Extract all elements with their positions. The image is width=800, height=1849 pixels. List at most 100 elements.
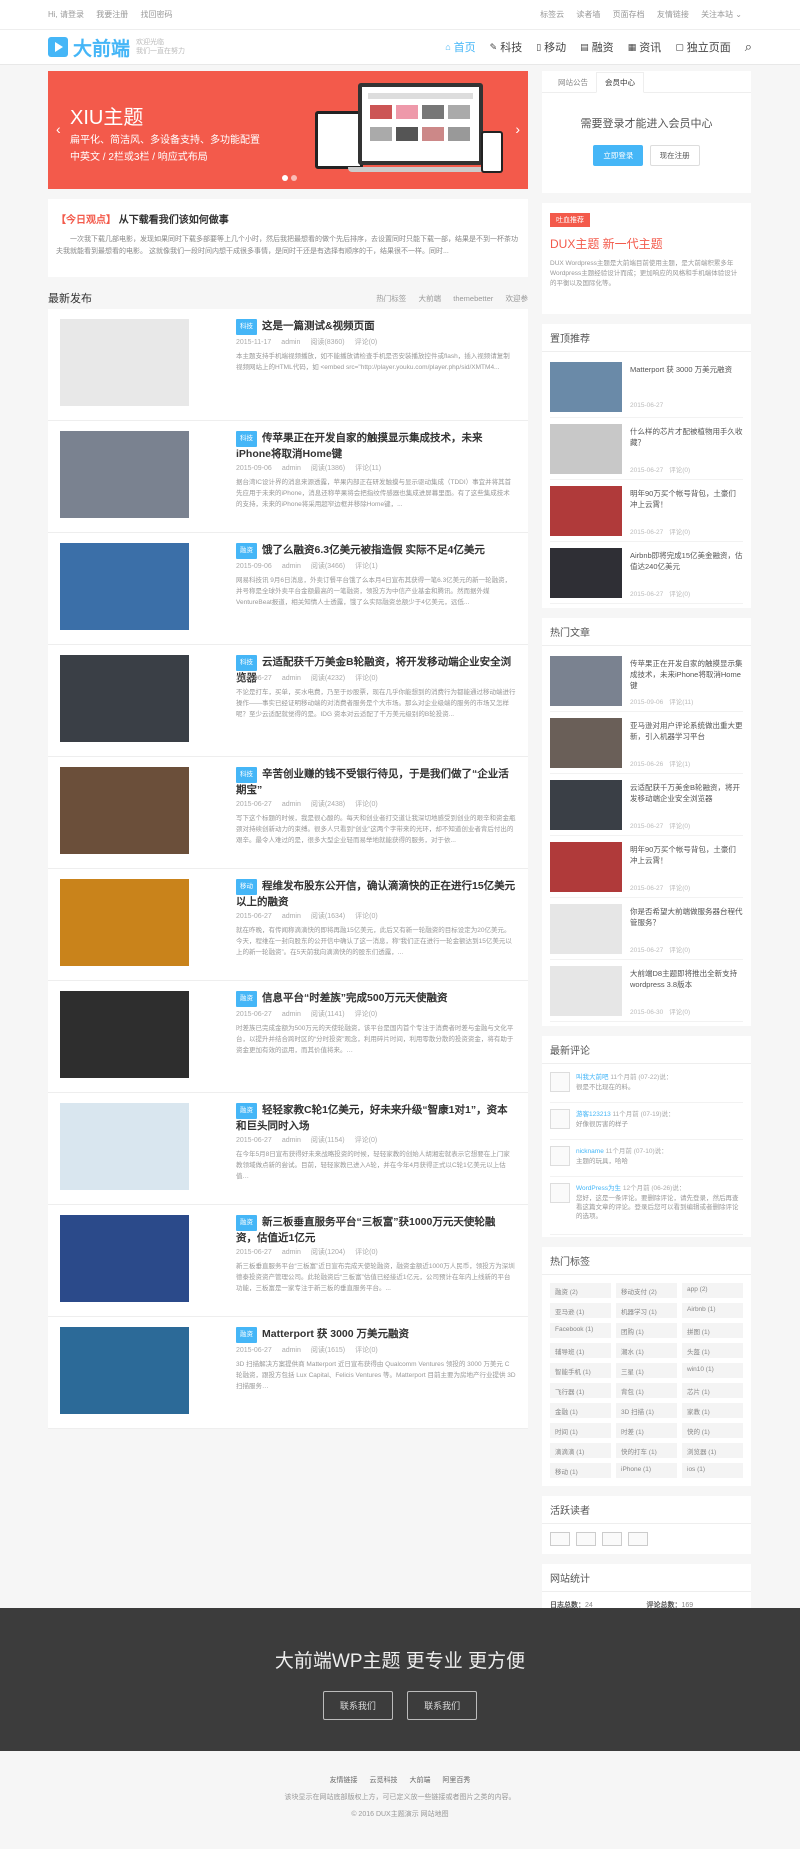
post-comments[interactable]: 评论(0) (355, 1011, 378, 1018)
tag-item[interactable]: 滴滴滴 (1) (550, 1443, 611, 1458)
hot-item[interactable]: 传苹果正在开发自家的触摸显示集成技术，未来iPhone将取消Home键 2015-… (550, 650, 743, 712)
comment-author[interactable]: 叫我大前吧 (576, 1074, 609, 1081)
tag-item[interactable]: 拼图 (1) (682, 1323, 743, 1338)
post-item[interactable]: 移动 程维发布股东公开信，确认滴滴快的正在进行15亿美元以上的融资 2015-06-… (48, 869, 528, 981)
comment-author[interactable]: 游客123213 (576, 1111, 611, 1118)
post-category[interactable]: 融资 (236, 1103, 257, 1119)
post-item[interactable]: 融资 新三板垂直服务平台“三板富”获1000万元天使轮融资，估值近1亿元 2015-… (48, 1205, 528, 1317)
hot-item[interactable]: 大前端D8主题即将推出全新支持wordpress 3.8版本 2015-06-30… (550, 960, 743, 1022)
tag-item[interactable]: iPhone (1) (616, 1463, 677, 1478)
friend-link[interactable]: 阿里百秀 (442, 1777, 470, 1784)
reader-avatar[interactable] (602, 1532, 622, 1546)
comment-author[interactable]: nickname (576, 1148, 604, 1155)
sticky-thumbnail[interactable] (550, 424, 622, 474)
reader-avatar[interactable] (576, 1532, 596, 1546)
find-password-link[interactable]: 找回密码 (140, 10, 172, 19)
tab-notice[interactable]: 网站公告 (550, 73, 596, 92)
tag-item[interactable]: 团购 (1) (616, 1323, 677, 1338)
hot-thumbnail[interactable] (550, 656, 622, 706)
hot-thumbnail[interactable] (550, 904, 622, 954)
friend-links-link[interactable]: 友情链接 (657, 10, 689, 19)
post-comments[interactable]: 评论(0) (355, 675, 378, 682)
post-category[interactable]: 科技 (236, 431, 257, 447)
post-item[interactable]: 融资 饿了么融资6.3亿美元被指造假 实际不足4亿美元 2015-09-06 admi… (48, 533, 528, 645)
tab-member[interactable]: 会员中心 (596, 72, 644, 93)
post-title[interactable]: 科技 辛苦创业赚的钱不受银行待见，于是我们做了“企业活期宝” (236, 767, 516, 797)
tag-item[interactable]: ios (1) (682, 1463, 743, 1478)
post-thumbnail[interactable] (60, 1103, 189, 1190)
tag-item[interactable]: 时间 (1) (550, 1423, 611, 1438)
post-title[interactable]: 融资 轻轻家教C轮1亿美元，好未来升级“智康1对1”，资本和巨头同时入场 (236, 1103, 516, 1133)
hero-slider[interactable]: XIU主题 扁平化、简洁风、多设备支持、多功能配置 中英文 / 2栏或3栏 / … (48, 71, 528, 189)
tag-cloud-link[interactable]: 标签云 (540, 10, 564, 19)
tag-item[interactable]: 快的 (1) (682, 1423, 743, 1438)
logo[interactable]: 大前端 欢迎光临 我们一直在努力 (48, 34, 185, 61)
sticky-item[interactable]: Airbnb即将完成15亿美金融资，估值达240亿美元 2015-06-27 评论(… (550, 542, 743, 604)
hot-item[interactable]: 你是否希望大前端做服务器台程代管服务？ 2015-06-27 评论(0) (550, 898, 743, 960)
tag-item[interactable]: 快的打车 (1) (616, 1443, 677, 1458)
hot-item[interactable]: 亚马逊对用户评论系统做出重大更新，引入机器学习平台 2015-06-26 评论(1) (550, 712, 743, 774)
today-opinion[interactable]: 【今日观点】 从下载看我们该如何做事 一次我下载几部电影，发现如果同时下载多部要… (48, 199, 528, 277)
login-link[interactable]: Hi, 请登录 (48, 10, 84, 19)
post-comments[interactable]: 评论(0) (355, 913, 378, 920)
section-tag[interactable]: 热门标签 (376, 294, 406, 303)
nav-item-0[interactable]: ⌂ 首页 (445, 39, 475, 55)
friend-link[interactable]: 云觅科技 (370, 1777, 398, 1784)
post-category[interactable]: 融资 (236, 543, 257, 559)
register-link[interactable]: 我要注册 (96, 10, 128, 19)
sticky-item-title[interactable]: Matterport 获 3000 万美元融资 (630, 364, 743, 375)
tag-item[interactable]: 移动支付 (2) (616, 1283, 677, 1298)
slider-dots[interactable] (282, 174, 300, 183)
post-item[interactable]: 科技 这是一篇测试&视频页面 2015-11-17 admin 阅读(8360) 评论(0… (48, 309, 528, 421)
hot-item-title[interactable]: 明年90万买个帐号背包，土豪们冲上云霄！ (630, 844, 743, 866)
post-category[interactable]: 移动 (236, 879, 257, 895)
sticky-thumbnail[interactable] (550, 362, 622, 412)
comment-item[interactable]: 叫我大前吧 11个月前 (07-22)说： 很是不比现在的料。 (550, 1066, 743, 1103)
nav-item-4[interactable]: ▦ 资讯 (628, 39, 662, 55)
tag-item[interactable]: win10 (1) (682, 1363, 743, 1378)
tag-item[interactable]: 时差 (1) (616, 1423, 677, 1438)
post-comments[interactable]: 评论(11) (355, 465, 381, 472)
sticky-item-title[interactable]: 什么样的芯片才配被植物用手久收藏？ (630, 426, 743, 448)
post-comments[interactable]: 评论(0) (355, 801, 378, 808)
hot-item-title[interactable]: 亚马逊对用户评论系统做出重大更新，引入机器学习平台 (630, 720, 743, 742)
post-title[interactable]: 融资 信息平台“时差族”完成500万元天使融资 (236, 991, 516, 1007)
post-thumbnail[interactable] (60, 655, 189, 742)
post-comments[interactable]: 评论(0) (355, 1137, 378, 1144)
login-button[interactable]: 立即登录 (593, 145, 644, 166)
tag-item[interactable]: app (2) (682, 1283, 743, 1298)
hot-thumbnail[interactable] (550, 966, 622, 1016)
post-title[interactable]: 融资 Matterport 获 3000 万美元融资 (236, 1327, 516, 1343)
ad-title[interactable]: DUX主题 新一代主题 (550, 235, 743, 252)
hot-item[interactable]: 云适配获千万美金B轮融资，将开发移动端企业安全浏览器 2015-06-27 评论(0… (550, 774, 743, 836)
tag-item[interactable]: 移动 (1) (550, 1463, 611, 1478)
sticky-item-title[interactable]: Airbnb即将完成15亿美金融资，估值达240亿美元 (630, 550, 743, 572)
sticky-item[interactable]: 明年90万买个帐号背包，土豪们冲上云霄！ 2015-06-27 评论(0) (550, 480, 743, 542)
section-tag[interactable]: 大前端 (419, 294, 442, 303)
archive-link[interactable]: 页面存档 (613, 10, 645, 19)
nav-item-5[interactable]: ▢ 独立页面 (675, 39, 731, 55)
post-category[interactable]: 融资 (236, 1327, 257, 1343)
tag-item[interactable]: 机器学习 (1) (616, 1303, 677, 1318)
contact-button[interactable]: 联系我们 (322, 1691, 393, 1720)
hot-item-title[interactable]: 你是否希望大前端做服务器台程代管服务？ (630, 906, 743, 928)
post-thumbnail[interactable] (60, 767, 189, 854)
post-category[interactable]: 科技 (236, 655, 257, 671)
tag-item[interactable]: 家教 (1) (682, 1403, 743, 1418)
post-title[interactable]: 融资 饿了么融资6.3亿美元被指造假 实际不足4亿美元 (236, 543, 516, 559)
post-title[interactable]: 移动 程维发布股东公开信，确认滴滴快的正在进行15亿美元以上的融资 (236, 879, 516, 909)
comment-item[interactable]: WordPress为生 12个月前 (06-26)说： 您好，这是一条评论。要删除… (550, 1177, 743, 1235)
opinion-title[interactable]: 【今日观点】 从下载看我们该如何做事 (56, 211, 520, 226)
post-item[interactable]: 科技 云适配获千万美金B轮融资，将开发移动端企业安全浏览器 2015-06-27 ad… (48, 645, 528, 757)
search-icon[interactable]: ⌕ (745, 39, 752, 55)
post-item[interactable]: 融资 信息平台“时差族”完成500万元天使融资 2015-06-27 admin 阅读(… (48, 981, 528, 1093)
post-title[interactable]: 科技 这是一篇测试&视频页面 (236, 319, 516, 335)
hot-item-title[interactable]: 传苹果正在开发自家的触摸显示集成技术，未来iPhone将取消Home键 (630, 658, 743, 691)
post-thumbnail[interactable] (60, 991, 189, 1078)
sticky-item-title[interactable]: 明年90万买个帐号背包，土豪们冲上云霄！ (630, 488, 743, 510)
post-thumbnail[interactable] (60, 543, 189, 630)
comment-item[interactable]: nickname 11个月前 (07-10)说： 主题的玩具，哈哈 (550, 1140, 743, 1177)
post-title[interactable]: 融资 新三板垂直服务平台“三板富”获1000万元天使轮融资，估值近1亿元 (236, 1215, 516, 1245)
post-thumbnail[interactable] (60, 319, 189, 406)
nav-item-2[interactable]: ▯ 移动 (536, 39, 566, 55)
